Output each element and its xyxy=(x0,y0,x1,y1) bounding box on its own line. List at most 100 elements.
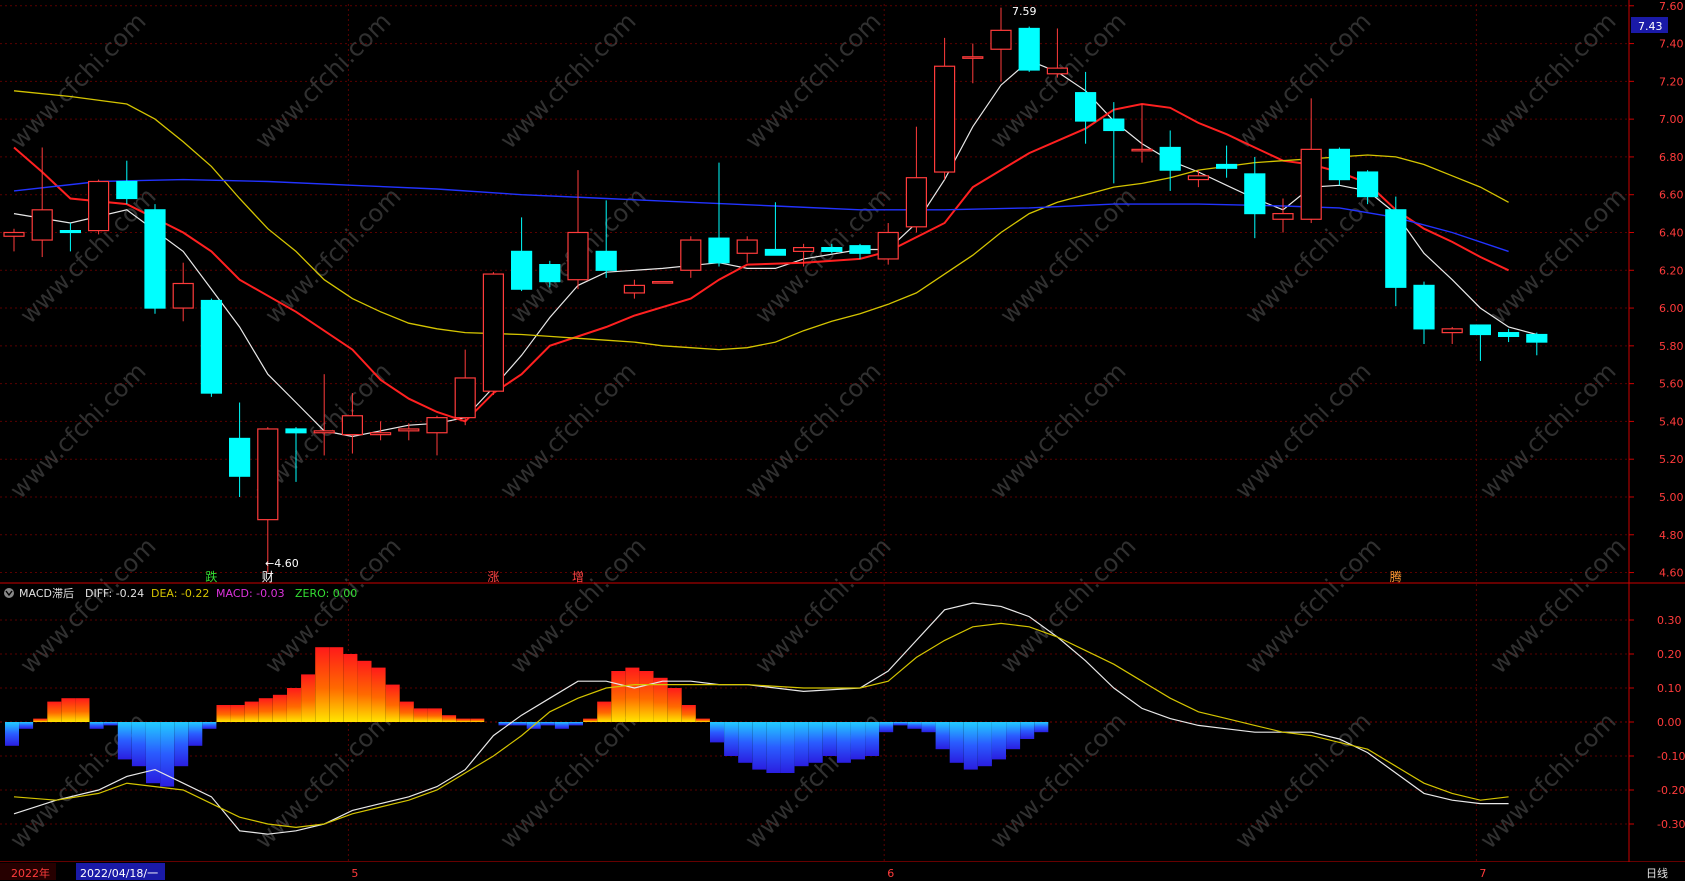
price-tick-label: 5.80 xyxy=(1659,340,1684,353)
price-tick-label: 4.80 xyxy=(1659,529,1684,542)
macd-bar-negative xyxy=(5,722,19,746)
macd-bar-positive xyxy=(216,705,231,722)
watermark-text: www.cfchi.com xyxy=(494,357,641,504)
indicator-name[interactable]: MACD滞后 xyxy=(19,587,74,600)
macd-bar-positive xyxy=(611,671,626,722)
candle-up xyxy=(877,231,899,260)
macd-bar-negative xyxy=(949,722,964,763)
watermark-text: www.cfchi.com xyxy=(984,357,1131,504)
price-tick-label: 5.00 xyxy=(1659,491,1684,504)
macd-bar-negative xyxy=(794,722,809,767)
macd-bar-positive xyxy=(61,698,76,722)
candle-down xyxy=(116,180,138,200)
candle-down xyxy=(708,237,730,264)
candle-up xyxy=(792,247,815,252)
macd-bar-positive xyxy=(33,718,48,722)
macd-bar-negative xyxy=(202,722,217,729)
macd-bar-positive xyxy=(258,698,273,722)
candle-down xyxy=(1469,324,1492,336)
watermark-text: www.cfchi.com xyxy=(1474,707,1621,854)
indicator-macd: MACD: -0.03 xyxy=(216,587,285,600)
candle-up xyxy=(736,239,758,254)
date-bar: 2022年 2022/04/18/一 日线 xyxy=(0,862,1685,881)
macd-bar-positive xyxy=(583,718,598,722)
period-label[interactable]: 日线 xyxy=(1646,866,1668,880)
price-tick-label: 5.60 xyxy=(1659,378,1684,391)
candle-up xyxy=(313,430,335,434)
watermark-text: www.cfchi.com xyxy=(4,7,151,154)
macd-bar-positive xyxy=(597,701,612,722)
indicator-diff: DIFF: -0.24 xyxy=(85,587,144,600)
macd-bar-positive xyxy=(625,667,640,722)
macd-bar-negative xyxy=(808,722,823,763)
watermark-text: www.cfchi.com xyxy=(1229,7,1376,154)
date-label: 2022/04/18/一 xyxy=(80,867,158,880)
stock-chart[interactable]: www.cfchi.com www.cfchi.com www.cfchi.com w… xyxy=(0,0,1685,881)
macd-bar-positive xyxy=(230,705,245,722)
month-label: 5 xyxy=(351,867,358,880)
macd-bar-positive xyxy=(343,654,358,722)
macd-bar-negative xyxy=(851,722,865,760)
candle-up xyxy=(1272,212,1294,220)
macd-bar-negative xyxy=(1034,722,1049,733)
macd-bar-negative xyxy=(174,722,189,767)
macd-bar-negative xyxy=(103,722,118,726)
candle-down xyxy=(1074,92,1097,122)
macd-bar-positive xyxy=(244,701,259,722)
macd-bar-negative xyxy=(89,722,104,729)
watermark-text: www.cfchi.com xyxy=(1474,7,1621,154)
macd-bar-positive xyxy=(695,718,710,722)
candle-up xyxy=(1131,148,1153,152)
candle-down xyxy=(511,250,533,290)
event-marker: 跌 xyxy=(205,569,217,584)
macd-bar-negative xyxy=(893,722,908,726)
indicator-zero: ZERO: 0.00 xyxy=(295,587,357,600)
macd-bar-negative xyxy=(117,722,132,760)
macd-bar-negative xyxy=(992,722,1006,760)
candle-down xyxy=(1103,118,1125,132)
high-price-label: 7.59 xyxy=(1012,5,1037,18)
watermark-text: www.cfchi.com xyxy=(1239,532,1386,679)
candle-down xyxy=(229,437,251,477)
candle-down xyxy=(1526,333,1548,343)
price-tick-label: 7.00 xyxy=(1659,113,1684,126)
price-tick-label: 5.40 xyxy=(1659,415,1684,428)
macd-bar-negative xyxy=(907,722,922,729)
candle-down xyxy=(144,209,166,309)
indicator-toggle-icon[interactable] xyxy=(4,588,14,598)
candle-up xyxy=(905,177,928,228)
candle-down xyxy=(1413,284,1435,330)
macd-bar-positive xyxy=(442,715,457,722)
candle-down xyxy=(59,229,82,234)
macd-bar-negative xyxy=(188,722,203,746)
macd-bar-positive xyxy=(470,718,485,722)
macd-bar-negative xyxy=(146,722,160,784)
watermark-text: www.cfchi.com xyxy=(504,532,651,679)
watermark-text: www.cfchi.com xyxy=(739,357,886,504)
macd-bar-positive xyxy=(329,647,344,722)
watermark-text: www.cfchi.com xyxy=(14,182,161,329)
watermark-text: www.cfchi.com xyxy=(14,532,161,679)
price-tick-label: 6.00 xyxy=(1659,302,1684,315)
candle-up xyxy=(651,281,674,284)
macd-bar-negative xyxy=(710,722,724,743)
watermark-text: www.cfchi.com xyxy=(1229,707,1376,854)
price-tick-label: 7.20 xyxy=(1659,75,1684,88)
candle-up xyxy=(482,273,504,392)
macd-bar-negative xyxy=(512,722,527,726)
macd-bar-positive xyxy=(456,718,471,722)
macd-bar-negative xyxy=(19,722,34,729)
macd-bar-positive xyxy=(272,694,287,722)
macd-bar-negative xyxy=(766,722,781,773)
macd-bar-negative xyxy=(131,722,146,767)
macd-bar-positive xyxy=(371,667,386,722)
candle-up xyxy=(1441,328,1463,334)
candle-down xyxy=(539,264,561,283)
candle-up xyxy=(172,282,194,309)
candle-up xyxy=(31,209,53,241)
candle-up xyxy=(3,231,25,237)
macd-bar-negative xyxy=(1020,722,1035,739)
watermark-text: www.cfchi.com xyxy=(994,532,1141,679)
candle-up xyxy=(962,56,984,59)
event-marker: 财 xyxy=(262,570,274,584)
